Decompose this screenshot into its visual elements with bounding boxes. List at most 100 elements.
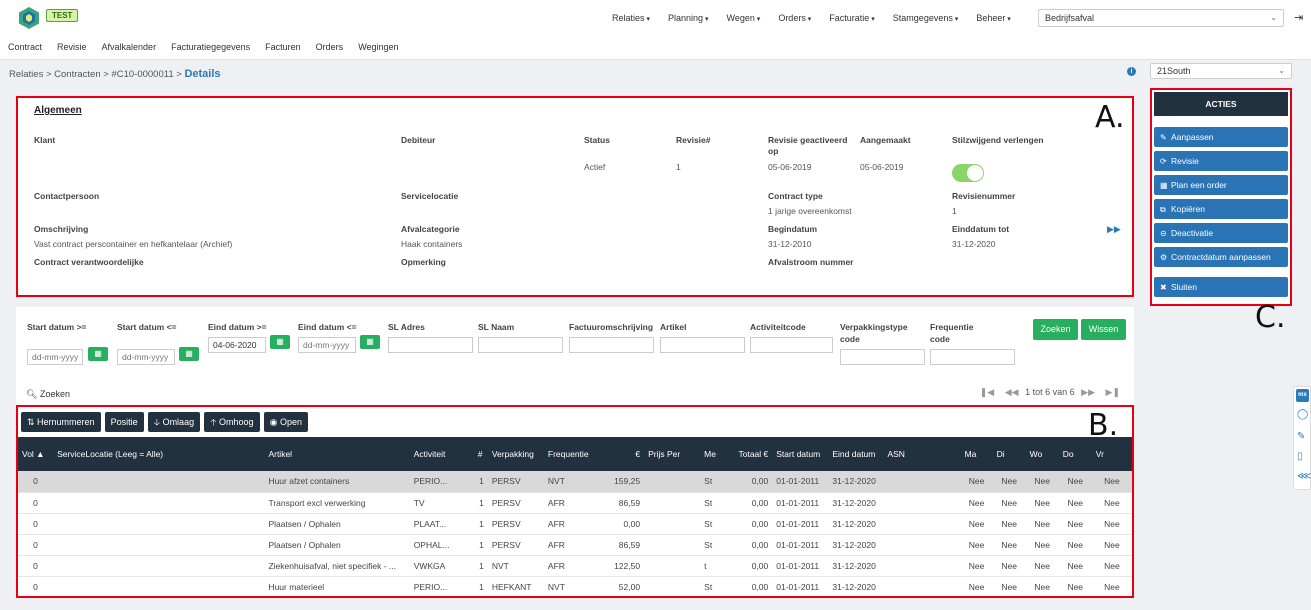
sl-naam-input[interactable] [478, 337, 563, 353]
info-icon[interactable]: i [1127, 67, 1136, 76]
revisie-button[interactable]: ⟳ Revisie [1154, 151, 1288, 171]
table-cell: Plaatsen / Ophalen [264, 513, 410, 535]
end-date-le-input[interactable] [298, 337, 356, 353]
table-cell: Nee [960, 534, 993, 556]
table-cell: 86,59 [602, 534, 645, 556]
artikel-input[interactable] [660, 337, 745, 353]
table-row[interactable]: 0 Ziekenhuisafval, niet specifiek - ... VW… [18, 555, 1132, 577]
positie-button[interactable]: Positie [104, 412, 144, 432]
aanpassen-button[interactable]: ✎ Aanpassen [1154, 127, 1288, 147]
contractdatum-aanpassen-button[interactable]: ⚙ Contractdatum aanpassen [1154, 247, 1288, 267]
grid-column-header[interactable]: ASN [883, 437, 961, 471]
deactivatie-button[interactable]: ⊝ Deactivatie [1154, 223, 1288, 243]
table-row[interactable]: 0 Huur materieel PERIO... 1 HEFKANT NVT 52,00 S… [18, 576, 1132, 596]
wissen-button[interactable]: Wissen [1081, 319, 1126, 340]
grid-column-header[interactable]: ServiceLocatie (Leeg = Alle) [53, 437, 265, 471]
table-cell: AFR [543, 555, 602, 577]
first-page-icon[interactable]: ❚◀ [980, 387, 994, 397]
table-cell [644, 555, 701, 577]
grid-column-header[interactable]: Ma [960, 437, 993, 471]
label-revisienummer: Revisienummer [952, 191, 1016, 201]
label-contactpersoon: Contactpersoon [34, 191, 100, 201]
activiteitcode-input[interactable] [750, 337, 833, 353]
grid-column-header[interactable]: Artikel [264, 437, 410, 471]
fast-forward-icon[interactable]: ▶▶ [1107, 224, 1121, 235]
subnav-facturatiegegevens[interactable]: Facturatiegegevens [171, 36, 250, 59]
table-cell: NVT [543, 576, 602, 596]
nav-facturatie[interactable]: Facturatie [829, 13, 875, 23]
mobile-icon[interactable]: ▯ [1297, 451, 1303, 462]
table-cell: PERIO... [409, 576, 474, 596]
grid-column-header[interactable]: Vol ▲ [18, 437, 54, 471]
grid-column-header[interactable]: Di [992, 437, 1026, 471]
subnav-wegingen[interactable]: Wegingen [358, 36, 398, 59]
hernummeren-button[interactable]: ⇅ Hernummeren [21, 412, 101, 432]
subnav-orders[interactable]: Orders [316, 36, 344, 59]
sub-nav: Contract Revisie Afvalkalender Facturati… [0, 36, 1311, 60]
calendar-icon[interactable]: ▦ [270, 335, 290, 349]
breadcrumb-path[interactable]: Relaties > Contracten > #C10-0000011 > [9, 69, 182, 80]
table-row[interactable]: 0 Plaatsen / Ophalen OPHAL... 1 PERSV AFR 86,5… [18, 534, 1132, 556]
app-logo-icon[interactable] [17, 6, 41, 30]
grid-column-header[interactable]: Wo [1025, 437, 1059, 471]
table-cell [883, 492, 961, 514]
zoeken-toggle[interactable]: 🔍︎ Zoeken [26, 389, 70, 400]
nav-beheer[interactable]: Beheer [976, 13, 1011, 23]
table-cell: St [700, 471, 731, 493]
table-cell: Nee [992, 534, 1026, 556]
sluiten-button[interactable]: ✖ Sluiten [1154, 277, 1288, 297]
filter-label-start-le: Start datum <= [117, 322, 177, 332]
grid-column-header[interactable]: € [602, 437, 645, 471]
grid-column-header[interactable]: Prijs Per [644, 437, 701, 471]
subnav-afvalkalender[interactable]: Afvalkalender [102, 36, 157, 59]
kopieren-button[interactable]: ⧉ Kopiëren [1154, 199, 1288, 219]
next-page-icon[interactable]: ▶▶ [1081, 387, 1095, 397]
company-select[interactable]: Bedrijfsafval ⌄ [1038, 9, 1284, 27]
logout-icon[interactable]: ⇥ [1294, 11, 1303, 24]
open-button[interactable]: ◉ Open [263, 412, 308, 432]
end-date-ge-input[interactable] [208, 337, 266, 353]
table-cell: 0 [18, 534, 54, 556]
table-row[interactable]: 0 Transport excl verwerking TV 1 PERSV AFR 86,… [18, 492, 1132, 514]
nav-stamgegevens[interactable]: Stamgegevens [893, 13, 959, 23]
grid-column-header[interactable]: Totaal € [730, 437, 773, 471]
zoeken-button[interactable]: Zoeken [1033, 319, 1078, 340]
grid-column-header[interactable]: Eind datum [828, 437, 884, 471]
calendar-icon[interactable]: ▦ [360, 335, 380, 349]
plan-order-button[interactable]: ▦ Plan een order [1154, 175, 1288, 195]
frequentiecode-input[interactable] [930, 349, 1015, 365]
table-row[interactable]: 0 Plaatsen / Ophalen PLAAT... 1 PERSV AFR 0,00… [18, 513, 1132, 535]
nav-wegen[interactable]: Wegen [726, 13, 760, 23]
share-icon[interactable]: ⋘ [1297, 471, 1311, 482]
prev-page-icon[interactable]: ◀◀ [1005, 387, 1019, 397]
calendar-icon[interactable]: ▦ [88, 347, 108, 361]
subnav-facturen[interactable]: Facturen [265, 36, 301, 59]
omhoog-button[interactable]: 🡡 Omhoog [204, 412, 260, 432]
omlaag-button[interactable]: 🡣 Omlaag [147, 412, 201, 432]
nav-relaties[interactable]: Relaties [612, 13, 650, 23]
nav-orders[interactable]: Orders [778, 13, 811, 23]
chat-icon[interactable]: ◯ [1297, 409, 1308, 420]
subnav-contract[interactable]: Contract [8, 36, 42, 59]
stilzwijgend-toggle[interactable] [952, 164, 984, 182]
table-row[interactable]: 0 Huur afzet containers PERIO... 1 PERSV NVT 1… [18, 471, 1132, 493]
start-date-ge-input[interactable] [27, 349, 83, 365]
nav-planning[interactable]: Planning [668, 13, 709, 23]
grid-column-header[interactable]: Verpakking [487, 437, 544, 471]
grid-column-header[interactable]: Activiteit [409, 437, 474, 471]
pencil-icon[interactable]: ✎ [1297, 431, 1305, 442]
sl-adres-input[interactable] [388, 337, 473, 353]
factuuromschrijving-input[interactable] [569, 337, 654, 353]
grid-column-header[interactable]: Do [1058, 437, 1092, 471]
grid-column-header[interactable]: Start datum [772, 437, 829, 471]
last-page-icon[interactable]: ▶❚ [1106, 387, 1120, 397]
calendar-icon[interactable]: ▦ [179, 347, 199, 361]
start-date-le-input[interactable] [117, 349, 175, 365]
region-select[interactable]: 21South ⌄ [1150, 63, 1292, 79]
mx-logo-icon[interactable]: mx [1296, 389, 1309, 402]
grid-column-header[interactable]: Me [700, 437, 731, 471]
verpakkingstype-input[interactable] [840, 349, 925, 365]
grid-column-header[interactable]: # [473, 437, 488, 471]
subnav-revisie[interactable]: Revisie [57, 36, 87, 59]
grid-column-header[interactable]: Frequentie [543, 437, 602, 471]
